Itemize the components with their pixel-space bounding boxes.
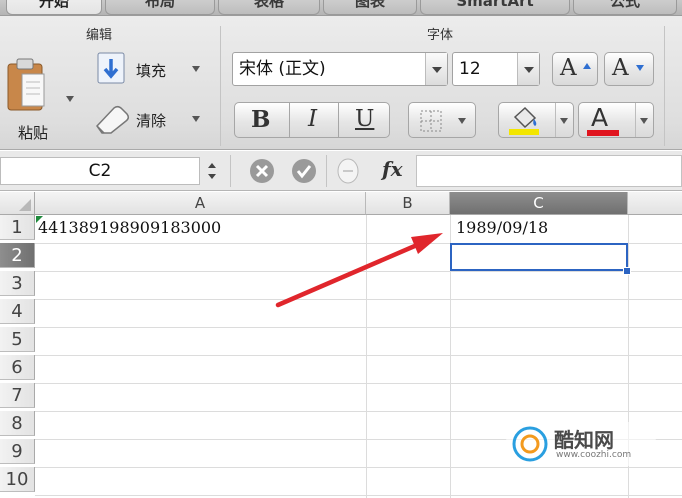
- font-color-icon: A: [591, 103, 609, 132]
- decrease-font-size-icon: A: [612, 55, 629, 81]
- font-size-value: 12: [459, 59, 481, 79]
- italic-button[interactable]: I: [289, 102, 339, 138]
- ribbon: 编辑 字体 粘贴 填充 清除 宋体 (正文) 12 A A B I U A: [0, 16, 682, 150]
- font-color-swatch: [587, 130, 619, 136]
- row-header-1[interactable]: 1: [0, 215, 35, 240]
- underline-icon: U: [355, 106, 375, 132]
- cell-a1[interactable]: 441389198909183000: [35, 215, 366, 243]
- chevron-down-icon[interactable]: [560, 118, 568, 124]
- tab-charts[interactable]: 图表: [323, 0, 417, 15]
- column-header-a[interactable]: A: [35, 192, 366, 215]
- formula-bar: C2 fx: [0, 151, 682, 191]
- paste-button[interactable]: 粘贴: [4, 50, 82, 148]
- cancel-icon[interactable]: [249, 158, 275, 184]
- fill-button[interactable]: 填充: [94, 52, 210, 86]
- italic-icon: I: [308, 106, 318, 132]
- clear-button[interactable]: 清除: [94, 104, 210, 138]
- confirm-icon[interactable]: [291, 158, 317, 184]
- watermark-brand: 酷知网: [554, 428, 614, 452]
- tab-tables[interactable]: 表格: [218, 0, 320, 15]
- ribbon-tab-strip: 开始 布局 表格 图表 SmartArt 公式: [0, 0, 682, 16]
- chevron-down-icon[interactable]: [66, 96, 74, 102]
- selected-cell-c2[interactable]: [450, 243, 628, 271]
- chevron-down-icon[interactable]: [517, 53, 539, 85]
- fill-down-icon: [97, 52, 125, 84]
- tab-smartart[interactable]: SmartArt: [420, 0, 570, 15]
- bold-icon: B: [251, 106, 271, 133]
- row-header-9[interactable]: 9: [0, 439, 35, 464]
- cell-c1[interactable]: 1989/09/18: [450, 215, 628, 243]
- formula-input[interactable]: [416, 155, 682, 187]
- decrease-font-size-button[interactable]: A: [604, 52, 654, 86]
- borders-button[interactable]: [408, 102, 476, 138]
- function-icon[interactable]: [336, 157, 366, 185]
- watermark-url: www.coozhi.com: [556, 450, 632, 460]
- fill-color-button[interactable]: [498, 102, 574, 138]
- eraser-icon: [96, 105, 130, 134]
- row-header-5[interactable]: 5: [0, 327, 35, 352]
- group-title-font: 字体: [427, 28, 454, 43]
- watermark-logo: 酷知网 www.coozhi.com: [506, 422, 656, 466]
- row-header-8[interactable]: 8: [0, 411, 35, 436]
- clear-label: 清除: [136, 112, 167, 130]
- column-header-d[interactable]: [628, 192, 682, 215]
- underline-button[interactable]: U: [338, 102, 390, 138]
- font-size-select[interactable]: 12: [452, 52, 540, 86]
- clipboard-icon: [7, 58, 45, 111]
- chevron-down-icon[interactable]: [640, 118, 648, 124]
- tab-layout[interactable]: 布局: [105, 0, 215, 15]
- select-all-corner[interactable]: [0, 192, 35, 215]
- chevron-down-icon[interactable]: [425, 53, 447, 85]
- chevron-down-icon[interactable]: [192, 66, 200, 72]
- chevron-down-icon[interactable]: [458, 118, 466, 124]
- column-header-b[interactable]: B: [366, 192, 450, 215]
- chevron-down-icon[interactable]: [192, 116, 200, 122]
- row-header-6[interactable]: 6: [0, 355, 35, 380]
- tab-formulas[interactable]: 公式: [573, 0, 677, 15]
- fill-handle[interactable]: [623, 267, 631, 275]
- borders-icon: [420, 110, 442, 132]
- name-box[interactable]: C2: [0, 157, 200, 185]
- column-header-c[interactable]: C: [450, 192, 628, 215]
- group-title-edit: 编辑: [86, 28, 113, 43]
- watermark-icon: [512, 426, 548, 462]
- worksheet-grid: A B C 1 2 3 4 5 6 7 8 9 10 4413891989091…: [0, 192, 682, 498]
- caret-up-icon: [583, 63, 591, 69]
- caret-down-icon: [636, 65, 644, 71]
- increase-font-size-icon: A: [560, 55, 577, 81]
- insert-function-button[interactable]: fx: [382, 157, 403, 181]
- font-name-select[interactable]: 宋体 (正文): [232, 52, 448, 86]
- paste-label: 粘贴: [18, 124, 49, 142]
- group-divider: [220, 26, 221, 146]
- row-header-10[interactable]: 10: [0, 467, 35, 492]
- bold-button[interactable]: B: [234, 102, 290, 138]
- row-header-4[interactable]: 4: [0, 299, 35, 324]
- increase-font-size-button[interactable]: A: [552, 52, 598, 86]
- row-header-3[interactable]: 3: [0, 271, 35, 296]
- font-name-value: 宋体 (正文): [239, 59, 326, 79]
- fill-label: 填充: [136, 62, 167, 80]
- row-header-2[interactable]: 2: [0, 243, 35, 268]
- cell-a1-value: 441389198909183000: [38, 218, 222, 237]
- tab-home[interactable]: 开始: [6, 0, 102, 15]
- paint-bucket-icon: [509, 106, 539, 135]
- font-color-button[interactable]: A: [578, 102, 654, 138]
- group-divider: [664, 26, 665, 146]
- row-header-7[interactable]: 7: [0, 383, 35, 408]
- stepper-icon[interactable]: [205, 159, 219, 183]
- cell-c1-value: 1989/09/18: [456, 218, 549, 237]
